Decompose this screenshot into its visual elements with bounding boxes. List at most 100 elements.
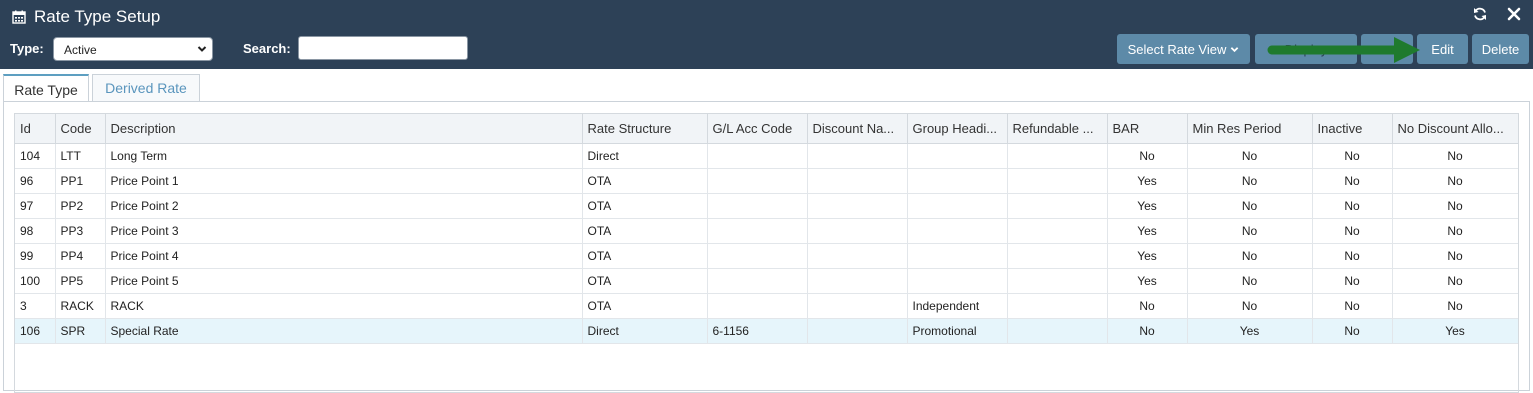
column-header-id[interactable]: Id xyxy=(15,114,56,144)
table-cell xyxy=(907,218,1008,244)
table-cell xyxy=(1007,243,1108,269)
table-row[interactable]: 99 PP4 Price Point 4 OTA Yes No No No xyxy=(15,243,1518,269)
column-header-code[interactable]: Code xyxy=(55,114,106,144)
tab-rate-type[interactable]: Rate Type xyxy=(3,74,89,103)
column-header-gl-acc-code[interactable]: G/L Acc Code xyxy=(707,114,808,144)
calendar-icon xyxy=(12,10,26,24)
table-cell: Yes xyxy=(1107,168,1188,194)
table-cell: No xyxy=(1187,243,1313,269)
column-header-no-discount-allowed[interactable]: No Discount Allo... xyxy=(1392,114,1518,144)
table-cell: RACK xyxy=(105,293,583,319)
copy-button[interactable] xyxy=(1361,34,1413,64)
close-icon[interactable] xyxy=(1506,6,1522,22)
column-header-min-res-period[interactable]: Min Res Period xyxy=(1187,114,1313,144)
table-cell: No xyxy=(1187,218,1313,244)
table-cell xyxy=(807,318,908,344)
table-cell xyxy=(907,243,1008,269)
table-cell: 104 xyxy=(15,143,56,169)
table-cell: Yes xyxy=(1392,318,1518,344)
column-header-inactive[interactable]: Inactive xyxy=(1312,114,1393,144)
tab-derived-rate-label: Derived Rate xyxy=(105,80,187,96)
search-input[interactable] xyxy=(298,36,468,60)
table-cell: No xyxy=(1187,268,1313,294)
table-cell: Yes xyxy=(1107,193,1188,219)
select-rate-view-button[interactable]: Select Rate View xyxy=(1117,34,1250,64)
table-cell: Price Point 4 xyxy=(105,243,583,269)
table-row[interactable]: 100 PP5 Price Point 5 OTA Yes No No No xyxy=(15,268,1518,294)
column-header-description[interactable]: Description xyxy=(105,114,583,144)
table-cell: No xyxy=(1312,168,1393,194)
table-cell xyxy=(707,143,808,169)
edit-button-label: Edit xyxy=(1431,41,1454,57)
table-cell xyxy=(707,293,808,319)
table-cell: 106 xyxy=(15,318,56,344)
table-cell: Price Point 2 xyxy=(105,193,583,219)
table-cell: OTA xyxy=(582,243,708,269)
table-cell: 3 xyxy=(15,293,56,319)
table-cell: No xyxy=(1107,143,1188,169)
table-cell xyxy=(907,193,1008,219)
display-button-label: Display xyxy=(1284,41,1328,57)
table-cell: PP1 xyxy=(55,168,106,194)
table-cell: No xyxy=(1312,143,1393,169)
edit-button[interactable]: Edit xyxy=(1417,34,1468,64)
chevron-down-icon xyxy=(1231,46,1239,52)
table-cell: Long Term xyxy=(105,143,583,169)
column-header-refundable[interactable]: Refundable ... xyxy=(1007,114,1108,144)
grid-header-row: Id Code Description Rate Structure G/L A… xyxy=(15,114,1518,144)
table-cell: PP4 xyxy=(55,243,106,269)
table-row[interactable]: 3 RACK RACK OTA Independent No No No No xyxy=(15,293,1518,319)
refresh-icon[interactable] xyxy=(1472,6,1488,22)
table-cell xyxy=(707,268,808,294)
table-cell xyxy=(1007,218,1108,244)
table-cell: No xyxy=(1312,193,1393,219)
table-cell xyxy=(1007,193,1108,219)
table-cell: No xyxy=(1392,243,1518,269)
table-cell: Direct xyxy=(582,143,708,169)
grid-body: 104 LTT Long Term Direct No No No No 96 PP1 Price … xyxy=(15,143,1518,344)
page-title: Rate Type Setup xyxy=(34,7,161,26)
table-row[interactable]: 98 PP3 Price Point 3 OTA Yes No No No xyxy=(15,218,1518,244)
column-header-rate-structure[interactable]: Rate Structure xyxy=(582,114,708,144)
table-cell xyxy=(807,193,908,219)
table-row[interactable]: 104 LTT Long Term Direct No No No No xyxy=(15,143,1518,169)
table-cell: Price Point 1 xyxy=(105,168,583,194)
column-header-bar[interactable]: BAR xyxy=(1107,114,1188,144)
table-cell xyxy=(907,168,1008,194)
table-cell: No xyxy=(1312,318,1393,344)
grid-header: Id Code Description Rate Structure G/L A… xyxy=(15,114,1518,144)
table-cell xyxy=(807,243,908,269)
column-header-discount-name[interactable]: Discount Na... xyxy=(807,114,908,144)
table-cell: OTA xyxy=(582,193,708,219)
window-title-bar: Rate Type Setup xyxy=(12,6,160,28)
table-cell xyxy=(807,268,908,294)
type-select[interactable]: Active xyxy=(53,37,213,61)
table-cell: LTT xyxy=(55,143,106,169)
table-cell: OTA xyxy=(582,168,708,194)
table-row[interactable]: 97 PP2 Price Point 2 OTA Yes No No No xyxy=(15,193,1518,219)
table-cell: PP2 xyxy=(55,193,106,219)
table-cell: No xyxy=(1187,143,1313,169)
table-cell: 99 xyxy=(15,243,56,269)
table-cell: Yes xyxy=(1187,318,1313,344)
rate-type-table: Id Code Description Rate Structure G/L A… xyxy=(15,114,1518,344)
table-cell xyxy=(1007,293,1108,319)
table-row[interactable]: 106 SPR Special Rate Direct 6-1156 Promotiona… xyxy=(15,318,1518,344)
table-row[interactable]: 96 PP1 Price Point 1 OTA Yes No No No xyxy=(15,168,1518,194)
table-cell xyxy=(807,168,908,194)
table-cell: No xyxy=(1107,293,1188,319)
delete-button-label: Delete xyxy=(1481,41,1520,57)
table-cell: No xyxy=(1392,218,1518,244)
table-cell: No xyxy=(1392,268,1518,294)
tab-derived-rate[interactable]: Derived Rate xyxy=(92,74,200,102)
table-cell: No xyxy=(1187,193,1313,219)
display-button[interactable]: Display xyxy=(1255,34,1357,64)
delete-button[interactable]: Delete xyxy=(1472,34,1529,64)
table-cell: Independent xyxy=(907,293,1008,319)
table-cell xyxy=(1007,268,1108,294)
column-header-group-heading[interactable]: Group Headi... xyxy=(907,114,1008,144)
table-cell: 6-1156 xyxy=(707,318,808,344)
table-cell: No xyxy=(1392,193,1518,219)
table-cell: RACK xyxy=(55,293,106,319)
table-cell: SPR xyxy=(55,318,106,344)
